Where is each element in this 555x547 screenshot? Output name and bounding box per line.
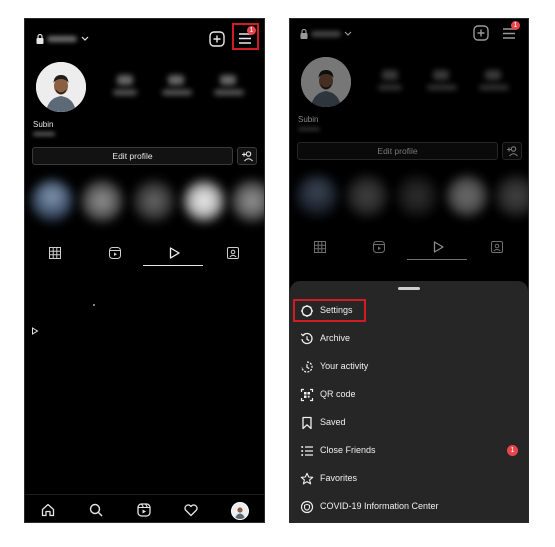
activity-icon (301, 361, 313, 373)
story-highlight[interactable] (81, 180, 123, 222)
menu-item-label: Settings (320, 305, 353, 315)
star-icon (300, 472, 314, 485)
story-highlight[interactable] (183, 180, 225, 222)
search-icon[interactable] (88, 502, 104, 518)
story-highlight[interactable] (31, 180, 73, 222)
active-tab-indicator (143, 265, 203, 266)
play-small-icon[interactable] (31, 327, 39, 335)
chevron-down-icon[interactable] (80, 35, 90, 43)
followers-count-blurred (168, 75, 184, 85)
story-highlight (495, 175, 528, 217)
bookmark-icon (302, 416, 312, 430)
following-label-blurred (479, 85, 509, 90)
avatar-photo (36, 62, 86, 112)
profile-name: Subin (33, 120, 54, 129)
followers-count-blurred (433, 70, 449, 80)
following-label-blurred (214, 90, 244, 95)
bio-blurred (33, 132, 55, 136)
menu-item-label: Archive (320, 333, 351, 343)
menu-item-archive[interactable]: Archive (290, 326, 528, 352)
story-highlight[interactable] (231, 180, 264, 222)
posts-label-blurred (378, 85, 402, 90)
avatar[interactable] (36, 62, 86, 112)
menu-item-label: COVID-19 Information Center (320, 501, 439, 511)
menu-item-label: Saved (320, 417, 346, 427)
menu-item-favorites[interactable]: Favorites (290, 466, 528, 492)
grid-tab-icon[interactable] (48, 246, 62, 260)
add-person-button (502, 142, 522, 160)
profile-screen-menu-open: 1 Subin Edit profile Settings Archive Yo… (289, 18, 529, 523)
profile-name: Subin (298, 115, 319, 124)
home-icon[interactable] (40, 502, 56, 518)
profile-screen: 1 Subin Edit profile (24, 18, 265, 523)
profile-nav-avatar[interactable] (231, 502, 249, 520)
add-person-button[interactable] (237, 147, 257, 165)
menu-item-label: Your activity (320, 361, 369, 371)
posts-count-blurred (382, 70, 398, 80)
bio-blurred (298, 127, 320, 131)
qr-code-icon (300, 388, 314, 402)
menu-item-covid-info[interactable]: COVID-19 Information Center (290, 494, 528, 520)
archive-icon (300, 332, 313, 345)
notification-badge: 1 (511, 21, 520, 30)
story-highlight (446, 175, 488, 217)
story-highlight[interactable] (133, 180, 175, 222)
active-tab-indicator (407, 259, 467, 260)
edit-profile-button[interactable]: Edit profile (32, 147, 233, 165)
create-post-icon (473, 25, 489, 41)
menu-item-label: QR code (320, 389, 356, 399)
video-tab-icon[interactable] (167, 246, 181, 260)
followers-label-blurred (427, 85, 457, 90)
avatar (301, 57, 351, 107)
menu-item-close-friends[interactable]: Close Friends 1 (290, 438, 528, 464)
covid-info-icon (300, 500, 314, 514)
grid-tab-icon (314, 241, 326, 253)
lock-icon (36, 33, 44, 44)
heart-icon[interactable] (183, 502, 199, 518)
sheet-grab-handle[interactable] (398, 287, 420, 290)
menu-item-settings[interactable]: Settings (290, 298, 528, 324)
settings-bottom-sheet: Settings Archive Your activity QR code S… (290, 281, 528, 522)
bottom-nav-divider (25, 494, 264, 495)
reels-icon[interactable] (136, 502, 152, 518)
avatar-photo (301, 57, 351, 107)
video-tab-icon (433, 241, 444, 253)
posts-count-blurred (117, 75, 133, 85)
menu-item-saved[interactable]: Saved (290, 410, 528, 436)
lock-icon (300, 28, 308, 39)
username-blurred[interactable] (47, 36, 77, 42)
create-post-icon[interactable] (208, 30, 226, 48)
followers-label-blurred (162, 90, 192, 95)
menu-item-label: Close Friends (320, 445, 376, 455)
add-person-icon (242, 151, 253, 162)
tagged-tab-icon[interactable] (226, 246, 240, 260)
posts-label-blurred (113, 90, 137, 95)
reels-tab-icon[interactable] (108, 246, 122, 260)
settings-icon (301, 305, 313, 317)
tagged-tab-icon (491, 241, 503, 253)
add-person-icon (507, 146, 518, 157)
following-count-blurred (485, 70, 501, 80)
chevron-down-icon (344, 31, 352, 36)
menu-item-qr-code[interactable]: QR code (290, 382, 528, 408)
edit-profile-button: Edit profile (297, 142, 498, 160)
list-icon (301, 446, 313, 456)
avatar-photo (232, 503, 248, 519)
story-highlight (346, 175, 388, 217)
story-highlight (396, 175, 438, 217)
speck (93, 304, 95, 306)
close-friends-badge: 1 (507, 445, 518, 456)
reels-tab-icon (373, 241, 385, 253)
menu-item-label: Favorites (320, 473, 358, 483)
following-count-blurred (220, 75, 236, 85)
story-highlight (296, 175, 338, 217)
notification-badge: 1 (247, 26, 256, 35)
menu-item-your-activity[interactable]: Your activity (290, 354, 528, 380)
username-blurred (311, 31, 341, 37)
